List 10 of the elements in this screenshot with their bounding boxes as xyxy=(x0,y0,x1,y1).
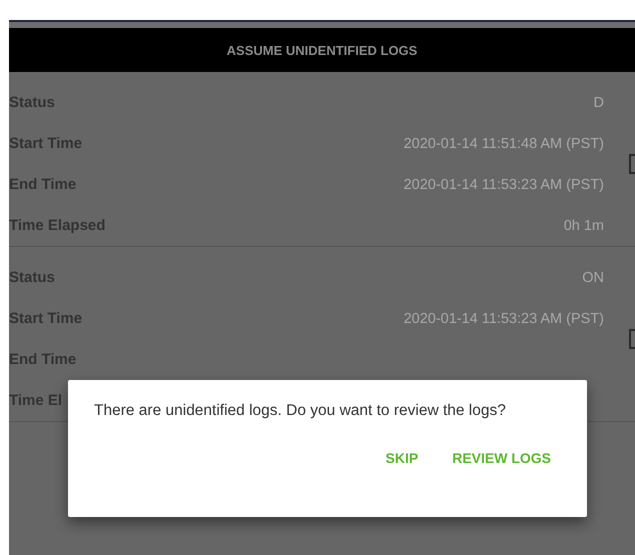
dialog-button[interactable]: REVIEW LOGS xyxy=(442,446,561,470)
dialog-button[interactable]: SKIP xyxy=(376,446,428,470)
field-value: 2020-01-14 11:53:23 AM (PST) xyxy=(404,310,604,326)
field-value: 2020-01-14 11:53:23 AM (PST) xyxy=(404,176,604,192)
dialog-message: There are unidentified logs. Do you want to review the logs? xyxy=(94,402,507,420)
screen-title: ASSUME UNIDENTIFIED LOGS xyxy=(226,42,418,58)
field-value: 2020-01-14 11:51:48 AM (PST) xyxy=(404,136,604,152)
field-value: D xyxy=(594,94,604,110)
field-value: ON xyxy=(582,270,604,286)
field-value: 0h 1m xyxy=(564,218,604,234)
